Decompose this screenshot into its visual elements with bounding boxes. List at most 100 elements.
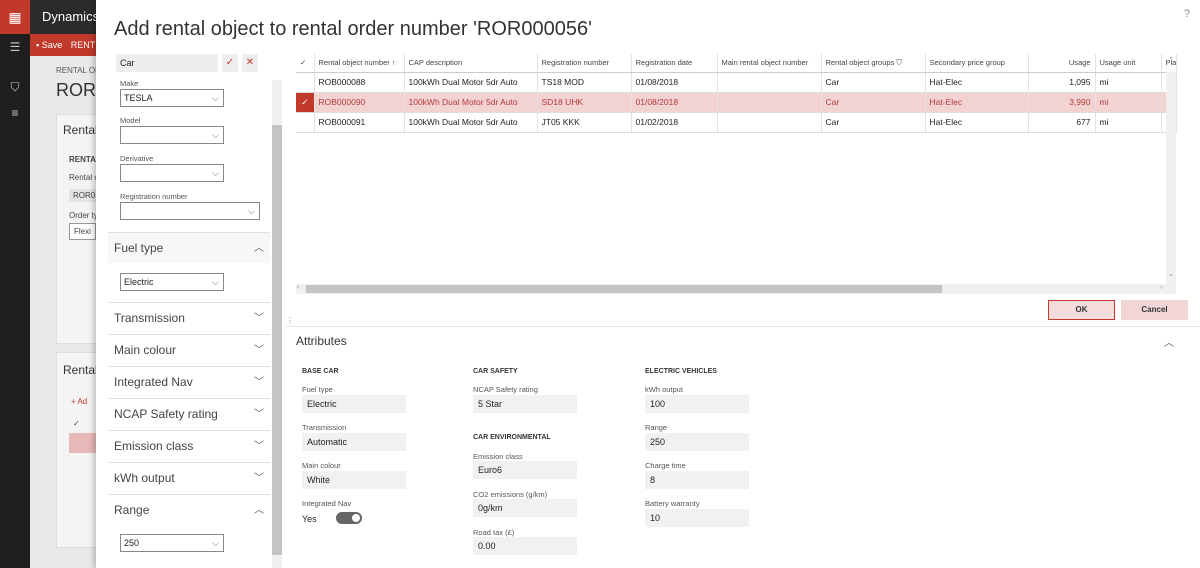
rent-menu[interactable]: RENT <box>71 40 96 50</box>
attr-value: Euro6 <box>473 461 577 479</box>
grid-vertical-scrollbar[interactable] <box>1166 72 1176 294</box>
group-title: BASE CAR <box>302 368 339 375</box>
table-row[interactable]: ROB000091 100kWh Dual Motor 5dr Auto JT0… <box>296 112 1177 133</box>
chevron-down-icon: ﹀ <box>254 313 264 324</box>
row-checkbox-checked[interactable]: ✓ <box>296 92 315 113</box>
column-header[interactable]: Registration number <box>537 54 632 73</box>
add-line-button[interactable]: + Ad <box>71 397 87 406</box>
field-label: Order ty <box>69 211 98 220</box>
app-launcher-icon[interactable]: ▦ <box>0 0 30 34</box>
cell-group: Car <box>821 92 926 113</box>
scroll-left-icon[interactable]: ‹ <box>297 284 299 291</box>
attr-label: Fuel type <box>302 385 333 394</box>
table-row-selected[interactable]: ✓ ROB000090 100kWh Dual Motor 5dr Auto S… <box>296 92 1177 113</box>
registration-label: Registration number <box>120 192 188 201</box>
section-range[interactable]: Range ︿ <box>108 494 270 525</box>
search-input[interactable]: Car <box>116 54 218 72</box>
scroll-right-icon[interactable]: › <box>1160 284 1162 291</box>
cell-main <box>717 72 822 93</box>
scroll-up-icon[interactable]: ⌃ <box>1168 56 1174 64</box>
row-checkbox[interactable] <box>296 72 315 93</box>
column-header[interactable]: Usage <box>1028 54 1096 73</box>
field-value[interactable]: ROR0 <box>69 189 100 202</box>
attr-label: Road tax (£) <box>473 528 515 537</box>
column-header[interactable]: CAP description <box>404 54 538 73</box>
column-header[interactable]: Registration date <box>631 54 718 73</box>
filter-scroll-thumb[interactable] <box>272 125 282 555</box>
cell-number[interactable]: ROB000091 <box>314 112 405 133</box>
section-main-colour[interactable]: Main colour ﹀ <box>108 334 270 365</box>
save-icon: ▪ <box>36 40 40 50</box>
table-row[interactable]: ROB000088 100kWh Dual Motor 5dr Auto TS1… <box>296 72 1177 93</box>
filter-icon: ⛉ <box>896 57 903 67</box>
cancel-button[interactable]: Cancel <box>1121 300 1188 320</box>
chevron-down-icon: ﹀ <box>254 473 264 484</box>
chevron-down-icon: ﹀ <box>254 409 264 420</box>
cell-number[interactable]: ROB000088 <box>314 72 405 93</box>
save-button[interactable]: Save <box>42 40 63 50</box>
clear-filter-icon[interactable]: ✕ <box>242 54 258 72</box>
pane-splitter-handle[interactable]: ⋮ <box>286 316 294 325</box>
cell-price: Hat-Elec <box>925 112 1029 133</box>
cell-date: 01/08/2018 <box>631 72 718 93</box>
attr-label: Main colour <box>302 461 341 470</box>
divider <box>286 326 1200 327</box>
attr-value: 250 <box>645 433 749 451</box>
chevron-down-icon: ⌵ <box>212 93 219 103</box>
card-title: Rental <box>63 123 98 137</box>
section-kwh-output[interactable]: kWh output ﹀ <box>108 462 270 493</box>
attr-value: 5 Star <box>473 395 577 413</box>
action-bar: ▪ Save RENT <box>30 34 100 56</box>
range-select[interactable]: 250 ⌵ <box>120 534 224 552</box>
cell-cap: 100kWh Dual Motor 5dr Auto <box>404 112 538 133</box>
chevron-up-icon[interactable]: ︿ <box>1164 334 1174 349</box>
apply-filter-icon[interactable]: ✓ <box>222 54 238 72</box>
integrated-nav-toggle[interactable] <box>336 512 362 524</box>
registration-select[interactable]: ⌵ <box>120 202 260 220</box>
dialog-title: Add rental object to rental order number… <box>114 18 592 40</box>
fuel-type-select[interactable]: Electric ⌵ <box>120 273 224 291</box>
header-card: Rental RENTAL Rental o ROR0 Order ty Fle… <box>56 114 101 344</box>
attr-value: 8 <box>645 471 749 489</box>
attr-value: 100 <box>645 395 749 413</box>
chevron-down-icon: ⌵ <box>212 130 219 140</box>
model-select[interactable]: ⌵ <box>120 126 224 144</box>
grid-scroll-thumb[interactable] <box>306 285 942 293</box>
attr-label: Charge time <box>645 461 686 470</box>
chevron-down-icon: ⌵ <box>212 538 219 548</box>
attr-value: 0.00 <box>473 537 577 555</box>
select-all-checkbox[interactable]: ✓ <box>296 54 315 73</box>
attr-label: kWh output <box>645 385 683 394</box>
ok-button[interactable]: OK <box>1048 300 1115 320</box>
cell-usage: 3,990 <box>1028 92 1096 113</box>
make-select[interactable]: TESLA ⌵ <box>120 89 224 107</box>
cell-unit: mi <box>1095 92 1162 113</box>
hamburger-icon[interactable]: ☰ <box>0 40 30 54</box>
row-checkbox[interactable] <box>296 112 315 133</box>
column-header[interactable]: Secondary price group <box>925 54 1029 73</box>
check-icon: ✓ <box>73 419 80 428</box>
help-icon[interactable]: ? <box>1184 8 1190 20</box>
cell-number[interactable]: ROB000090 <box>314 92 405 113</box>
attr-label: Transmission <box>302 423 347 432</box>
column-header[interactable]: Usage unit <box>1095 54 1162 73</box>
derivative-label: Derivative <box>120 154 154 163</box>
cell-reg: TS18 MOD <box>537 72 632 93</box>
section-fuel-type[interactable]: Fuel type ︿ <box>108 232 270 263</box>
section-emission-class[interactable]: Emission class ﹀ <box>108 430 270 461</box>
section-transmission[interactable]: Transmission ﹀ <box>108 302 270 333</box>
section-integrated-nav[interactable]: Integrated Nav ﹀ <box>108 366 270 397</box>
scroll-down-icon[interactable]: ⌄ <box>1168 270 1174 278</box>
column-header[interactable]: Main rental object number <box>717 54 822 73</box>
derivative-select[interactable]: ⌵ <box>120 164 224 182</box>
section-ncap[interactable]: NCAP Safety rating ﹀ <box>108 398 270 429</box>
group-title: CAR ENVIRONMENTAL <box>473 434 551 441</box>
attr-label: Integrated Nav <box>302 499 352 508</box>
filter-icon[interactable]: ⛉ <box>0 80 30 95</box>
make-label: Make <box>120 79 139 88</box>
column-header[interactable]: Rental object number ↑ <box>314 54 405 73</box>
column-header[interactable]: Rental object groups ⛉ <box>821 54 926 73</box>
list-icon[interactable]: ≡ <box>0 106 30 120</box>
attr-value: White <box>302 471 406 489</box>
field-value[interactable]: Flexi <box>69 223 96 240</box>
